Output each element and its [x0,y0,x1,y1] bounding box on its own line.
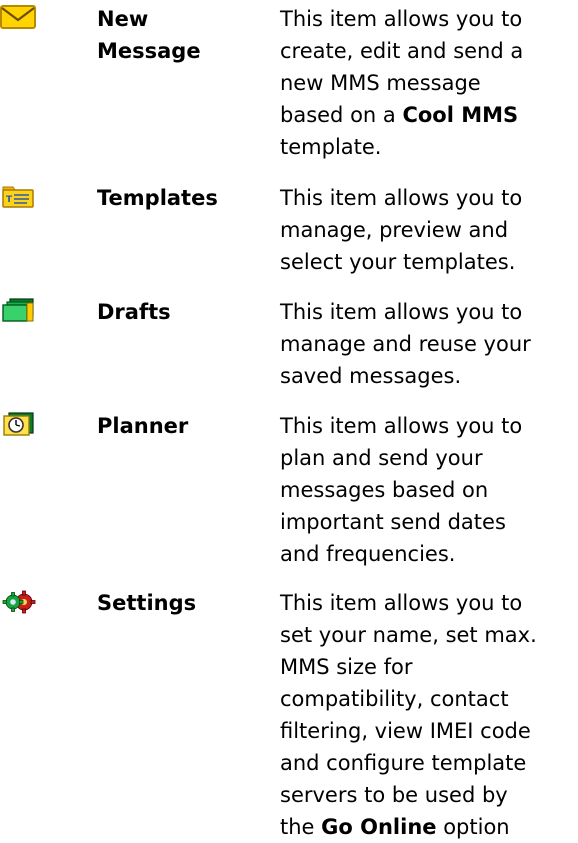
item-description-line: This item allows you to [280,414,523,438]
item-title: New Message [97,3,267,67]
item-description-line: This item allows you to [280,591,523,615]
item-title: Planner [97,410,267,442]
item-description-line: MMS size for [280,655,413,679]
bold-term: Cool MMS [402,103,519,127]
item-description: This item allows you to set your name, se… [280,587,576,843]
item-title: Settings [97,587,267,619]
item-description-line: manage and reuse your [280,332,531,356]
item-description-line: select your templates. [280,250,516,274]
item-description: This item allows you to create, edit and … [280,3,576,163]
gears-icon [2,590,36,614]
item-title-line: Message [97,39,201,63]
item-title: Drafts [97,296,267,328]
menu-item-list: New Message This item allows you to create… [0,0,578,839]
item-description-line: the Go Online option [280,815,510,839]
item-description-line: servers to be used by [280,783,508,807]
item-description-line: and frequencies. [280,542,456,566]
item-title-line: Templates [97,186,218,210]
item-description-line: saved messages. [280,364,462,388]
template-folder-icon: T [2,186,34,208]
item-description-line: important send dates [280,510,506,534]
item-title-line: New [97,7,149,31]
item-description: This item allows you to manage and reuse … [280,296,576,392]
item-description-line: compatibility, contact [280,687,509,711]
item-title-line: Drafts [97,300,171,324]
item-title: Templates [97,182,267,214]
item-description-line: template. [280,135,382,159]
item-description: This item allows you to plan and send you… [280,410,576,570]
item-description-line: This item allows you to [280,7,523,31]
item-description-line: new MMS message [280,71,481,95]
item-description-line: This item allows you to [280,300,523,324]
item-description: This item allows you to manage, preview a… [280,182,576,278]
item-title-line: Planner [97,414,189,438]
clock-folder-icon [3,412,34,436]
item-description-line: filtering, view IMEI code [280,719,531,743]
bold-term: Go Online [321,815,437,839]
drafts-stack-icon [2,298,34,322]
item-description-line: and configure template [280,751,527,775]
item-description-line: based on a Cool MMS [280,103,519,127]
item-description-line: plan and send your [280,446,483,470]
item-description-line: create, edit and send a [280,39,524,63]
item-description-line: manage, preview and [280,218,509,242]
item-description-line: set your name, set max. [280,623,537,647]
svg-text:T: T [6,195,13,205]
item-description-line: messages based on [280,478,489,502]
item-title-line: Settings [97,591,197,615]
item-description-line: This item allows you to [280,186,523,210]
envelope-icon [0,5,36,29]
